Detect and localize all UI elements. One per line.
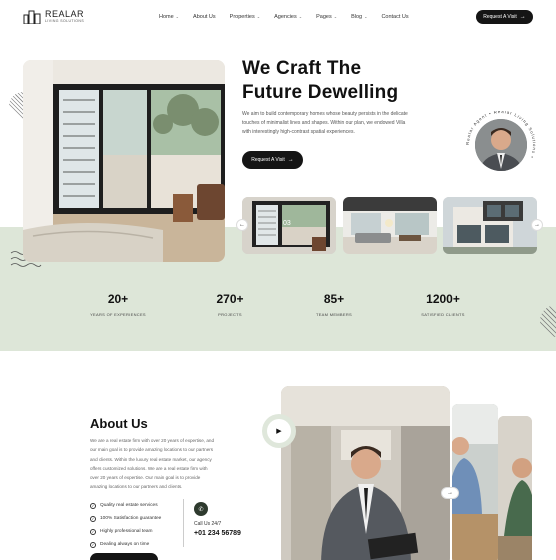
stat-value: 85+	[323, 292, 345, 306]
arrow-right-icon: →	[534, 222, 540, 228]
check-icon: ✓	[90, 528, 96, 535]
agent-badge: Realar Agent • Realar Living Solutions •	[465, 111, 536, 171]
play-icon: ▶	[276, 428, 282, 435]
check-icon: ✓	[90, 541, 96, 548]
chevron-down-icon: ⌄	[333, 14, 338, 19]
about-desc-line: our main goal is to provide amazing loca…	[90, 447, 214, 453]
check-icon: ✓	[90, 515, 96, 522]
thumbnail-counter: 03	[283, 220, 291, 227]
stat-value: 1200+	[426, 292, 460, 306]
about-more-button[interactable]	[90, 553, 158, 560]
check-icon: ✓	[90, 502, 96, 509]
striped-circle-decoration-right	[540, 305, 556, 337]
property-thumbnail-1[interactable]: 03	[242, 197, 336, 254]
feature-list: ✓ Quality real estate services ✓ 100% Sati…	[90, 499, 161, 551]
stat-label: YEARS OF EXPERIENCES	[90, 312, 146, 317]
hero-desc-line-2: touches of minimalist lines and shapes. …	[242, 120, 406, 126]
about-desc-line: over 20 years of expertise. Our main goa…	[90, 475, 201, 481]
stat-team: 85+ TEAM MEMBERS	[289, 292, 379, 317]
menu-item-pages[interactable]: Pages ⌄	[316, 14, 337, 20]
hero-title-line-2: Future Dewelling	[242, 82, 399, 103]
carousel-next-button[interactable]: →	[531, 219, 543, 231]
request-visit-label: Request A Visit	[483, 14, 517, 20]
vertical-divider	[183, 499, 184, 547]
stat-years: 20+ YEARS OF EXPERIENCES	[73, 292, 163, 317]
stat-label: TEAM MEMBERS	[315, 312, 353, 317]
hero-request-visit-button[interactable]: Request A Visit →	[242, 151, 303, 169]
menu-item-home[interactable]: Home ⌄	[159, 14, 179, 20]
about-desc-line: We are a real estate firm with over 20 y…	[90, 438, 215, 443]
menu-item-agencies[interactable]: Agencies ⌄	[274, 14, 302, 20]
stat-value: 270+	[216, 292, 244, 306]
carousel-prev-button[interactable]: ←	[236, 219, 248, 231]
top-navigation: REALAR LIVING SOLUTIONS Home ⌄ About Us P…	[0, 0, 556, 34]
agent-avatar	[475, 119, 527, 171]
arrow-right-icon: →	[287, 157, 294, 163]
about-description: We are a real estate firm with over 20 y…	[90, 436, 246, 492]
phone-number[interactable]: +01 234 56789	[194, 530, 241, 537]
stat-label: SATISFIED CLIENTS	[421, 312, 465, 317]
about-tertiary-image	[498, 416, 532, 560]
hero-desc-line-3: with interestingly high-contrast spatial…	[242, 129, 355, 135]
chevron-down-icon: ⌄	[364, 14, 368, 19]
logo[interactable]: REALAR LIVING SOLUTIONS	[23, 10, 84, 24]
property-thumbnail-2[interactable]	[343, 197, 437, 254]
feature-item: ✓ 100% Satisfaction guarantee	[90, 515, 162, 522]
about-agent-image	[281, 386, 450, 560]
menu-item-blog[interactable]: Blog ⌄	[351, 14, 367, 20]
logo-tagline: LIVING SOLUTIONS	[45, 19, 85, 24]
stat-value: 20+	[107, 292, 129, 306]
menu-item-contact[interactable]: Contact Us	[381, 14, 408, 20]
stat-clients: 1200+ SATISFIED CLIENTS	[398, 292, 488, 317]
menu-item-properties[interactable]: Properties ⌄	[230, 14, 260, 20]
hero-cta-label: Request A Visit	[251, 157, 285, 163]
hero-title: We Craft The Future Dewelling	[242, 57, 398, 105]
video-play-button[interactable]: ▶	[262, 414, 296, 448]
about-desc-line: amazing locations to our partners and cl…	[90, 484, 183, 490]
about-desc-line: offers customized solutions. We are a re…	[90, 465, 208, 471]
hero-desc-line-1: We aim to build contemporary homes whose…	[242, 111, 408, 117]
main-menu: Home ⌄ About Us Properties ⌄ Agencies ⌄ Pag…	[159, 14, 423, 20]
phone-icon: ✆	[194, 502, 208, 516]
about-secondary-image	[452, 404, 498, 560]
hero-description: We aim to build contemporary homes whose…	[242, 110, 457, 137]
logo-name: REALAR	[45, 9, 85, 20]
hero-interior-image	[23, 60, 225, 262]
stat-projects: 270+ PROJECTS	[185, 292, 275, 317]
about-title: About Us	[90, 416, 148, 431]
call-label: Call Us 24/7	[194, 521, 222, 527]
chevron-down-icon: ⌄	[175, 14, 180, 19]
chevron-down-icon: ⌄	[298, 14, 303, 19]
menu-item-about[interactable]: About Us	[193, 14, 216, 20]
chevron-down-icon: ⌄	[256, 14, 261, 19]
feature-item: ✓ Dealing always on time	[90, 541, 150, 548]
stat-label: PROJECTS	[218, 312, 242, 317]
about-desc-line: and clients. Within the luxury real esta…	[90, 456, 212, 462]
arrow-right-icon: →	[519, 14, 526, 20]
arrow-right-icon: →	[447, 490, 453, 496]
about-image-next-button[interactable]: →	[441, 487, 459, 499]
property-thumbnail-3[interactable]	[443, 197, 537, 254]
feature-item: ✓ Highly professional team	[90, 528, 153, 535]
building-logo-icon	[23, 10, 41, 24]
request-visit-button[interactable]: Request A Visit →	[476, 10, 533, 24]
arrow-left-icon: ←	[239, 222, 245, 228]
hero-title-line-1: We Craft The	[242, 58, 362, 79]
feature-item: ✓ Quality real estate services	[90, 502, 158, 509]
